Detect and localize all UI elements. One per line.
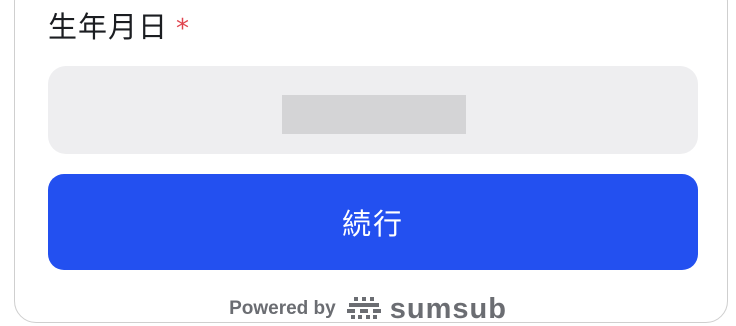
- form-card: [14, 0, 728, 323]
- required-asterisk: *: [176, 14, 191, 44]
- birthdate-input[interactable]: [48, 66, 698, 154]
- sumsub-logo-icon: [346, 297, 381, 319]
- powered-by-footer: Powered by sumsub: [0, 292, 736, 326]
- birthdate-label-text: 生年月日: [48, 10, 169, 44]
- sumsub-brand-name: sumsub: [389, 292, 507, 325]
- powered-by-text: Powered by: [229, 298, 336, 319]
- redacted-birthdate-value: [282, 95, 466, 134]
- birthdate-label: 生年月日 *: [48, 8, 190, 48]
- continue-button[interactable]: 続行: [48, 174, 698, 270]
